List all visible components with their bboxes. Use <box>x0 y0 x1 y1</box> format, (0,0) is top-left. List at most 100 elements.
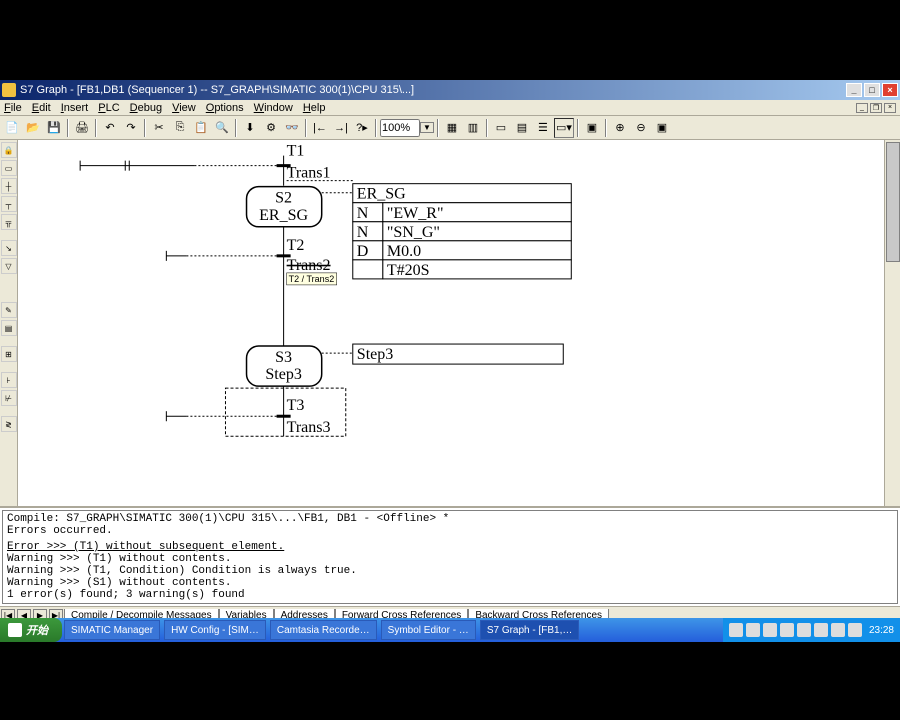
menu-options[interactable]: Options <box>206 102 244 114</box>
view-btn-2[interactable]: ▥ <box>463 118 483 138</box>
tray-icon[interactable] <box>746 623 760 637</box>
download-button[interactable]: ⬇ <box>240 118 260 138</box>
fit-button[interactable]: ▣ <box>652 118 672 138</box>
print-button[interactable]: 🖨 <box>72 118 92 138</box>
tool-comment[interactable]: ✎ <box>1 302 17 318</box>
find-button[interactable]: 🔍 <box>212 118 232 138</box>
trans1-label: Trans1 <box>287 165 331 182</box>
zoom-out-button[interactable]: ⊖ <box>631 118 651 138</box>
new-button[interactable]: 📄 <box>2 118 22 138</box>
action-header: ER_SG <box>357 186 406 203</box>
tool-alt[interactable]: ╦ <box>1 214 17 230</box>
zoom-input[interactable] <box>380 119 420 137</box>
goto-start-button[interactable]: |← <box>310 118 330 138</box>
mdi-restore-button[interactable]: ❐ <box>870 103 882 113</box>
tool-end[interactable]: ▽ <box>1 258 17 274</box>
task-simatic-manager[interactable]: SIMATIC Manager <box>64 620 160 640</box>
separator <box>67 119 69 137</box>
tool-compare[interactable]: ≷ <box>1 416 17 432</box>
diagram-svg: T1 Trans1 S2 ER_SG ER_SG N "EW_R" N " <box>18 140 884 506</box>
menu-view[interactable]: View <box>172 102 196 114</box>
view-btn-4[interactable]: ▤ <box>512 118 532 138</box>
menu-insert[interactable]: Insert <box>61 102 89 114</box>
warning-line-2: Warning >>> (T1, Condition) Condition is… <box>7 565 893 577</box>
diagram-canvas[interactable]: T1 Trans1 S2 ER_SG ER_SG N "EW_R" N " <box>18 140 884 506</box>
goto-end-button[interactable]: →| <box>331 118 351 138</box>
view-btn-7[interactable]: ▣ <box>582 118 602 138</box>
open-button[interactable]: 📂 <box>23 118 43 138</box>
separator <box>577 119 579 137</box>
view-btn-3[interactable]: ▭ <box>491 118 511 138</box>
titlebar: S7 Graph - [FB1,DB1 (Sequencer 1) -- S7_… <box>0 80 900 100</box>
errors-occurred: Errors occurred. <box>7 525 893 537</box>
tool-net[interactable]: ⊞ <box>1 346 17 362</box>
spacer <box>0 276 17 300</box>
tool-branch[interactable]: ┬ <box>1 196 17 212</box>
scrollbar-thumb[interactable] <box>886 142 900 262</box>
view-btn-5[interactable]: ☰ <box>533 118 553 138</box>
tray-icon[interactable] <box>729 623 743 637</box>
left-toolbar: 🔒 ▭ ┼ ┬ ╦ ↘ ▽ ✎ ▤ ⊞ ⊦ ⊬ ≷ <box>0 140 18 506</box>
tool-jump[interactable]: ↘ <box>1 240 17 256</box>
undo-button[interactable]: ↶ <box>100 118 120 138</box>
menu-edit[interactable]: Edit <box>32 102 51 114</box>
menu-help[interactable]: Help <box>303 102 326 114</box>
tool-contact[interactable]: ⊦ <box>1 372 17 388</box>
vertical-scrollbar[interactable] <box>884 140 900 506</box>
minimize-button[interactable]: _ <box>846 83 862 97</box>
s3-name: Step3 <box>265 366 301 383</box>
title-text: S7 Graph - [FB1,DB1 (Sequencer 1) -- S7_… <box>20 84 844 96</box>
separator <box>437 119 439 137</box>
tray-icon[interactable] <box>831 623 845 637</box>
tool-action[interactable]: ▤ <box>1 320 17 336</box>
mdi-close-button[interactable]: × <box>884 103 896 113</box>
task-camtasia[interactable]: Camtasia Recorde… <box>270 620 377 640</box>
menu-plc[interactable]: PLC <box>98 102 119 114</box>
tray-icon[interactable] <box>780 623 794 637</box>
spacer <box>0 364 17 370</box>
separator <box>486 119 488 137</box>
tray-icon[interactable] <box>797 623 811 637</box>
taskbar: 开始 SIMATIC Manager HW Config - [SIM… Cam… <box>0 618 900 642</box>
separator <box>235 119 237 137</box>
start-button[interactable]: 开始 <box>0 618 62 642</box>
tray-icon[interactable] <box>763 623 777 637</box>
save-button[interactable]: 💾 <box>44 118 64 138</box>
separator <box>305 119 307 137</box>
output-text[interactable]: Compile: S7_GRAPH\SIMATIC 300(1)\CPU 315… <box>2 510 898 604</box>
view-btn-1[interactable]: ▦ <box>442 118 462 138</box>
tool-trans[interactable]: ┼ <box>1 178 17 194</box>
svg-text:"SN_G": "SN_G" <box>387 224 440 241</box>
menu-file[interactable]: FFileile <box>4 102 22 114</box>
menu-debug[interactable]: Debug <box>130 102 162 114</box>
menu-window[interactable]: Window <box>254 102 293 114</box>
cut-button[interactable]: ✂ <box>149 118 169 138</box>
separator <box>605 119 607 137</box>
tool-lock-icon[interactable]: 🔒 <box>1 142 17 158</box>
paste-button[interactable]: 📋 <box>191 118 211 138</box>
help-context-button[interactable]: ?▸ <box>352 118 372 138</box>
output-panel: Compile: S7_GRAPH\SIMATIC 300(1)\CPU 315… <box>0 506 900 624</box>
s3-action-label: Step3 <box>357 346 393 363</box>
tray-icon[interactable] <box>848 623 862 637</box>
zoom-in-button[interactable]: ⊕ <box>610 118 630 138</box>
mdi-minimize-button[interactable]: _ <box>856 103 868 113</box>
monitor-button[interactable]: 👓 <box>282 118 302 138</box>
redo-button[interactable]: ↷ <box>121 118 141 138</box>
close-button[interactable]: × <box>882 83 898 97</box>
tool-button[interactable]: ⚙ <box>261 118 281 138</box>
task-s7-graph[interactable]: S7 Graph - [FB1,… <box>480 620 580 640</box>
tool-contact-n[interactable]: ⊬ <box>1 390 17 406</box>
tool-step[interactable]: ▭ <box>1 160 17 176</box>
copy-button[interactable]: ⎘ <box>170 118 190 138</box>
tray-icon[interactable] <box>814 623 828 637</box>
view-btn-6[interactable]: ▭▾ <box>554 118 574 138</box>
task-symbol-editor[interactable]: Symbol Editor - … <box>381 620 476 640</box>
t2-id: T2 <box>287 237 305 254</box>
mdi-controls: _ ❐ × <box>856 103 896 113</box>
action-table[interactable]: ER_SG N "EW_R" N "SN_G" D M0.0 T#20S <box>353 184 572 279</box>
task-hw-config[interactable]: HW Config - [SIM… <box>164 620 266 640</box>
app-window: S7 Graph - [FB1,DB1 (Sequencer 1) -- S7_… <box>0 80 900 642</box>
maximize-button[interactable]: □ <box>864 83 880 97</box>
zoom-combo[interactable]: ▼ <box>380 119 434 137</box>
